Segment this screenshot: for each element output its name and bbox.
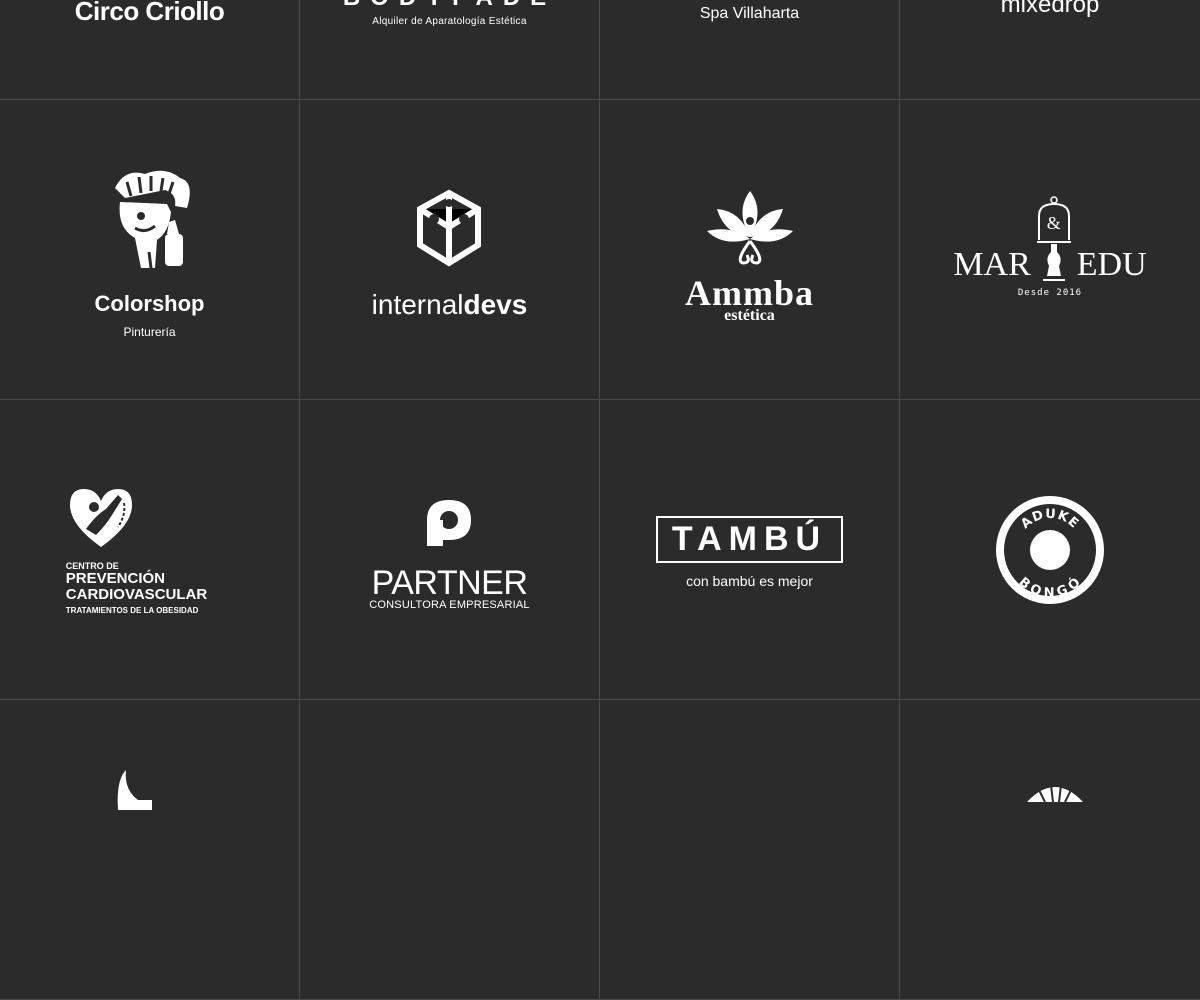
partner-tagline: CONSULTORA EMPRESARIAL (369, 598, 530, 611)
painter-mascot-icon (114, 170, 190, 269)
mixedrop-wordmark: mixedrop (1000, 0, 1100, 18)
cube-network-icon (417, 189, 482, 267)
logo-cell-row4-4 (900, 700, 1200, 1000)
logo-cell-cardio: CENTRO DE PREVENCIÓN CARDIOVASCULAR TRAT… (0, 400, 300, 700)
cake-stand-icon: & (1035, 195, 1073, 282)
heart-figure-icon (69, 488, 132, 547)
spa-villaharta-wordmark: Spa Villaharta (699, 5, 800, 22)
bodyfade-tagline: Alquiler de Aparatología Estética (372, 16, 527, 27)
tambu-tagline: con bambú es mejor (686, 573, 813, 590)
logo-grid: Circo Criollo BODYFADE Alquiler de Apara… (0, 0, 1200, 1000)
logo-cell-internaldevs: internaldevs (300, 100, 600, 400)
partner-p-icon (427, 500, 472, 547)
cardio-line-1: CENTRO DE (65, 560, 119, 571)
internaldevs-prefix: internal (371, 288, 464, 320)
logo-cell-row4-3 (600, 700, 900, 1000)
ammba-wordmark: Ammba (685, 272, 814, 313)
tambu-wordmark: TAMBÚ (655, 515, 844, 564)
logo-cell-tambu: TAMBÚ con bambú es mejor (600, 400, 900, 700)
partner-wordmark: PARTNER (371, 564, 528, 603)
ammba-tagline: estética (724, 306, 775, 324)
logo-cell-spa-villaharta: Spa Villaharta (600, 0, 900, 100)
cardio-line-2: PREVENCIÓN (65, 569, 165, 587)
logo-cell-ammba: Ammba estética (600, 100, 900, 400)
circo-criollo-wordmark: Circo Criollo (74, 0, 225, 26)
internaldevs-suffix: devs (463, 288, 528, 320)
logo-cell-bodyfade: BODYFADE Alquiler de Aparatología Estéti… (300, 0, 600, 100)
maredu-tagline: Desde 2016 (1017, 287, 1083, 298)
logo-cell-colorshop: Colorshop Pinturería (0, 100, 300, 400)
logo-cell-row4-1 (0, 700, 300, 1000)
logo-cell-bongo: ADUKE BONGÓ (900, 400, 1200, 700)
cardio-line-3: CARDIOVASCULAR (65, 586, 208, 603)
colorshop-tagline: Pinturería (123, 325, 176, 339)
maredu-wordmark: MAR & EDU (953, 195, 1147, 283)
colorshop-wordmark: Colorshop (94, 291, 205, 316)
partial-logo-icon (117, 770, 152, 810)
partial-globe-icon (1027, 784, 1083, 802)
logo-cell-partner: PARTNER CONSULTORA EMPRESARIAL (300, 400, 600, 700)
logo-cell-maredu: MAR & EDU Desde 2016 (900, 100, 1200, 400)
bongo-badge: ADUKE BONGÓ (996, 495, 1104, 604)
lotus-flower-icon (706, 190, 793, 265)
internaldevs-wordmark: internaldevs (372, 289, 528, 321)
logo-cell-circo-criollo: Circo Criollo (0, 0, 300, 100)
maredu-right: EDU (1076, 245, 1147, 283)
logo-cell-row4-2 (300, 700, 600, 1000)
bodyfade-wordmark: BODYFADE (343, 0, 556, 12)
maredu-ampersand: & (1046, 212, 1061, 233)
cardio-line-4: TRATAMIENTOS DE LA OBESIDAD (65, 605, 199, 615)
maredu-left: MAR (953, 245, 1031, 283)
logo-cell-mixedrop: mixedrop (900, 0, 1200, 100)
